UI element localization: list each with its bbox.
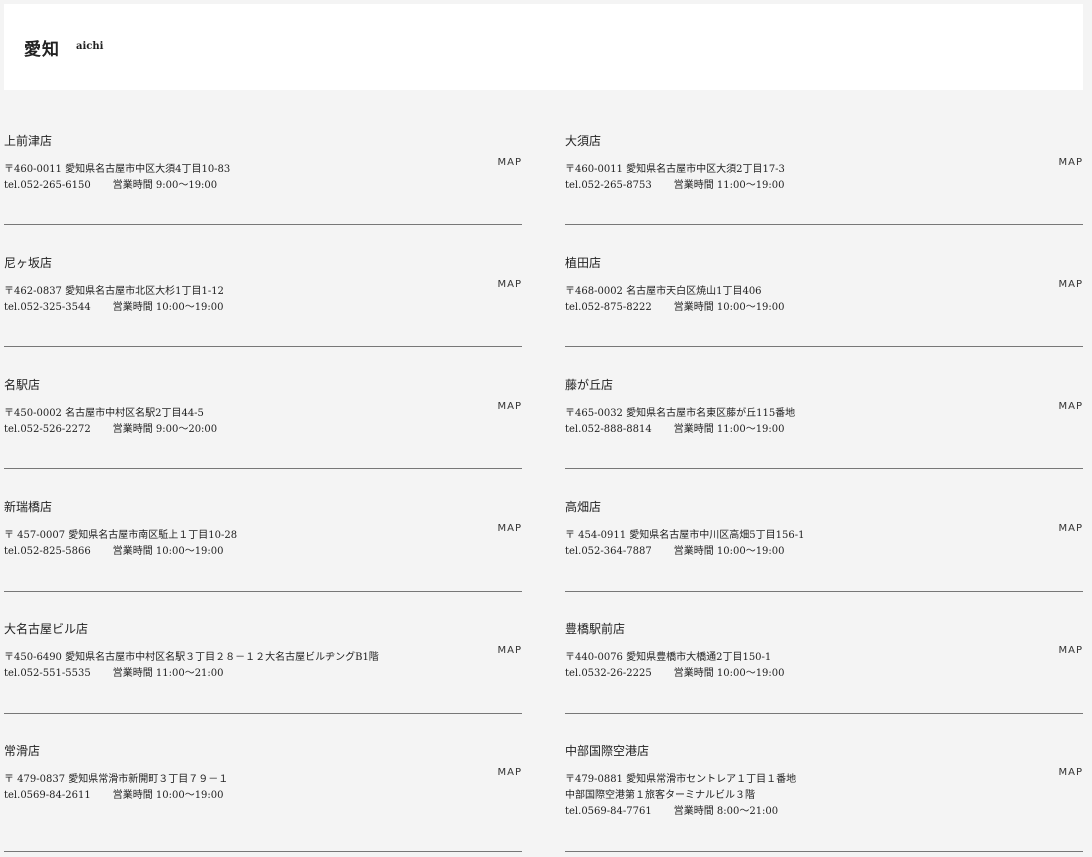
map-link[interactable]: MAP	[498, 278, 523, 292]
store-hours: 営業時間 11:00～19:00	[673, 180, 785, 191]
store-address: 〒479-0881 愛知県常滑市セントレア１丁目１番地	[565, 774, 797, 785]
store-tel: tel.052-526-2272	[4, 424, 91, 435]
store-tel: tel.0569-84-2611	[4, 790, 91, 801]
store-contact: tel.052-875-8222 営業時間 10:00～19:00	[565, 300, 785, 316]
store-address: 〒460-0011 愛知県名古屋市中区大須4丁目10-83	[4, 164, 231, 175]
store-name: 大須店	[565, 134, 602, 148]
store-name: 尼ヶ坂店	[4, 256, 53, 270]
map-link[interactable]: MAP	[1059, 522, 1084, 536]
store-hours: 営業時間 11:00～19:00	[673, 424, 785, 435]
store-contact: tel.0569-84-7761 営業時間 8:00～21:00	[565, 804, 778, 820]
store-contact: tel.052-325-3544 営業時間 10:00～19:00	[4, 300, 224, 316]
store-contact: tel.0569-84-2611 営業時間 10:00～19:00	[4, 788, 224, 804]
store-hours: 営業時間 9:00～20:00	[112, 424, 218, 435]
store-contact: tel.052-364-7887 営業時間 10:00～19:00	[565, 544, 785, 560]
store-hours: 営業時間 10:00～19:00	[673, 668, 785, 679]
store-tel: tel.052-265-6150	[4, 180, 91, 191]
store-item-dainagoya-building: 大名古屋ビル店 MAP 〒450-6490 愛知県名古屋市中村区名駅３丁目２８－…	[4, 610, 522, 714]
store-name: 名駅店	[4, 378, 41, 392]
store-hours: 営業時間 9:00～19:00	[112, 180, 218, 191]
store-hours: 営業時間 11:00～21:00	[112, 668, 224, 679]
store-address: 〒465-0032 愛知県名古屋市名東区藤が丘115番地	[565, 408, 796, 419]
store-hours: 営業時間 10:00～19:00	[112, 302, 224, 313]
store-contact: tel.052-551-5535 営業時間 11:00～21:00	[4, 666, 224, 682]
store-item-meieki: 名駅店 MAP 〒450-0002 名古屋市中村区名駅2丁目44-5 tel.0…	[4, 366, 522, 469]
store-tel: tel.052-888-8814	[565, 424, 652, 435]
prefecture-title: 愛知	[24, 40, 60, 60]
map-link[interactable]: MAP	[498, 644, 523, 658]
store-address: 〒450-0002 名古屋市中村区名駅2丁目44-5	[4, 408, 204, 419]
store-address: 〒440-0076 愛知県豊橋市大橋通2丁目150-1	[565, 652, 772, 663]
map-link[interactable]: MAP	[1059, 400, 1084, 414]
store-tel: tel.052-265-8753	[565, 180, 652, 191]
store-name: 新瑞橋店	[4, 500, 53, 514]
store-contact: tel.052-265-6150 営業時間 9:00～19:00	[4, 178, 217, 194]
store-hours: 営業時間 10:00～19:00	[673, 546, 785, 557]
store-item-ueda: 植田店 MAP 〒468-0002 名古屋市天白区焼山1丁目406 tel.05…	[565, 244, 1083, 347]
store-item-amagasaka: 尼ヶ坂店 MAP 〒462-0837 愛知県名古屋市北区大杉1丁目1-12 te…	[4, 244, 522, 347]
map-link[interactable]: MAP	[498, 522, 523, 536]
map-link[interactable]: MAP	[498, 766, 523, 780]
store-item-aratamabashi: 新瑞橋店 MAP 〒 457-0007 愛知県名古屋市南区駈上１丁目10-28 …	[4, 488, 522, 592]
store-tel: tel.0532-26-2225	[565, 668, 652, 679]
store-tel: tel.052-825-5866	[4, 546, 91, 557]
store-contact: tel.052-526-2272 営業時間 9:00～20:00	[4, 422, 217, 438]
prefecture-header: 愛知 aichi	[4, 4, 1083, 90]
store-tel: tel.052-364-7887	[565, 546, 652, 557]
store-name: 豊橋駅前店	[565, 622, 626, 636]
store-contact: tel.052-265-8753 営業時間 11:00～19:00	[565, 178, 785, 194]
store-hours: 営業時間 10:00～19:00	[673, 302, 785, 313]
map-link[interactable]: MAP	[498, 156, 523, 170]
map-link[interactable]: MAP	[1059, 278, 1084, 292]
store-tel: tel.0569-84-7761	[565, 806, 652, 817]
store-tel: tel.052-325-3544	[4, 302, 91, 313]
store-address: 〒462-0837 愛知県名古屋市北区大杉1丁目1-12	[4, 286, 224, 297]
store-tel: tel.052-875-8222	[565, 302, 652, 313]
store-hours: 営業時間 8:00～21:00	[673, 806, 779, 817]
store-address: 〒 479-0837 愛知県常滑市新開町３丁目７９－１	[4, 774, 229, 785]
store-name: 植田店	[565, 256, 602, 270]
store-name: 上前津店	[4, 134, 53, 148]
store-item-osu: 大須店 MAP 〒460-0011 愛知県名古屋市中区大須2丁目17-3 tel…	[565, 122, 1083, 225]
store-item-fujigaoka: 藤が丘店 MAP 〒465-0032 愛知県名古屋市名東区藤が丘115番地 te…	[565, 366, 1083, 469]
store-name: 大名古屋ビル店	[4, 622, 89, 636]
store-contact: tel.0532-26-2225 営業時間 10:00～19:00	[565, 666, 785, 682]
store-name: 中部国際空港店	[565, 744, 650, 758]
store-name: 常滑店	[4, 744, 41, 758]
store-address: 〒460-0011 愛知県名古屋市中区大須2丁目17-3	[565, 164, 785, 175]
store-name: 高畑店	[565, 500, 602, 514]
store-item-kamimaezu: 上前津店 MAP 〒460-0011 愛知県名古屋市中区大須4丁目10-83 t…	[4, 122, 522, 225]
store-tel: tel.052-551-5535	[4, 668, 91, 679]
store-item-tokoname: 常滑店 MAP 〒 479-0837 愛知県常滑市新開町３丁目７９－１ tel.…	[4, 732, 522, 852]
store-item-chubu-airport: 中部国際空港店 MAP 〒479-0881 愛知県常滑市セントレア１丁目１番地 …	[565, 732, 1083, 852]
map-link[interactable]: MAP	[1059, 766, 1084, 780]
store-address-line2: 中部国際空港第１旅客ターミナルビル３階	[565, 790, 755, 801]
store-contact: tel.052-888-8814 営業時間 11:00～19:00	[565, 422, 785, 438]
store-hours: 営業時間 10:00～19:00	[112, 790, 224, 801]
map-link[interactable]: MAP	[498, 400, 523, 414]
map-link[interactable]: MAP	[1059, 156, 1084, 170]
store-address: 〒450-6490 愛知県名古屋市中村区名駅３丁目２８－１２大名古屋ビルヂングB…	[4, 652, 379, 663]
map-link[interactable]: MAP	[1059, 644, 1084, 658]
store-contact: tel.052-825-5866 営業時間 10:00～19:00	[4, 544, 224, 560]
store-item-toyohashi-ekimae: 豊橋駅前店 MAP 〒440-0076 愛知県豊橋市大橋通2丁目150-1 te…	[565, 610, 1083, 714]
store-address: 〒 454-0911 愛知県名古屋市中川区高畑5丁目156-1	[565, 530, 805, 541]
store-item-takabata: 高畑店 MAP 〒 454-0911 愛知県名古屋市中川区高畑5丁目156-1 …	[565, 488, 1083, 592]
prefecture-subtitle: aichi	[76, 41, 104, 52]
store-address: 〒 457-0007 愛知県名古屋市南区駈上１丁目10-28	[4, 530, 238, 541]
store-hours: 営業時間 10:00～19:00	[112, 546, 224, 557]
store-name: 藤が丘店	[565, 378, 614, 392]
store-address: 〒468-0002 名古屋市天白区焼山1丁目406	[565, 286, 762, 297]
